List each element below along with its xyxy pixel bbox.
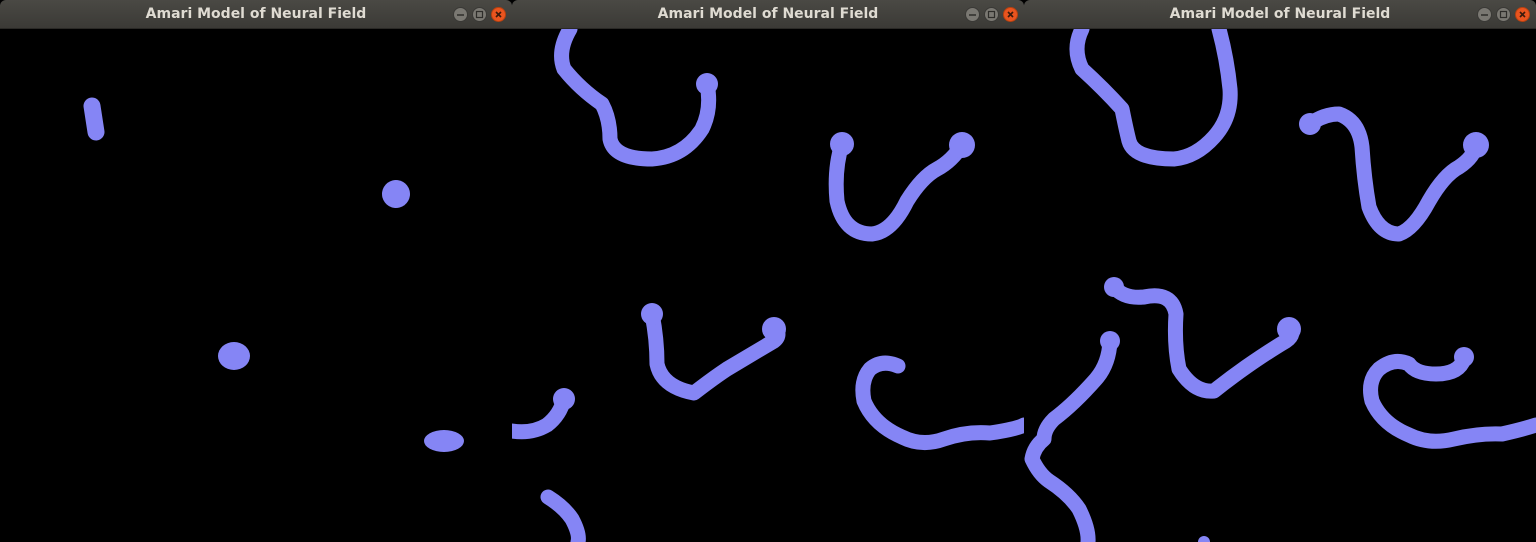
- activity-blob: [1100, 331, 1120, 351]
- activity-wave: [1106, 279, 1300, 399]
- maximize-button[interactable]: [1496, 7, 1511, 22]
- activity-blob: [1277, 317, 1301, 341]
- minimize-icon: [457, 14, 464, 16]
- activity-wave: [1363, 351, 1536, 449]
- activity-blob: [1104, 277, 1124, 297]
- activity-wave: [554, 29, 717, 167]
- field-activity-plot: [83, 97, 464, 452]
- maximize-icon: [1499, 10, 1508, 19]
- activity-wave: [828, 136, 970, 242]
- window-titlebar[interactable]: Amari Model of Neural Field: [512, 0, 1024, 29]
- activity-wave: [644, 306, 786, 401]
- close-icon: [1519, 11, 1526, 18]
- activity-blob: [382, 180, 410, 208]
- window-controls: [965, 7, 1018, 22]
- close-icon: [495, 11, 502, 18]
- field-activity-plot: [512, 29, 1024, 542]
- window-controls: [453, 7, 506, 22]
- neural-field-window-3[interactable]: Amari Model of Neural Field: [1024, 0, 1536, 542]
- close-button[interactable]: [1515, 7, 1530, 22]
- activity-blob: [1198, 536, 1210, 542]
- activity-blob: [830, 132, 854, 156]
- activity-blob: [83, 97, 105, 141]
- neural-field-window-1[interactable]: Amari Model of Neural Field: [0, 0, 512, 542]
- maximize-icon: [475, 10, 484, 19]
- activity-blob: [1454, 347, 1474, 367]
- maximize-icon: [987, 10, 996, 19]
- minimize-icon: [1481, 14, 1488, 16]
- neural-field-window-2[interactable]: Amari Model of Neural Field: [512, 0, 1024, 542]
- close-button[interactable]: [491, 7, 506, 22]
- minimize-button[interactable]: [453, 7, 468, 22]
- window-titlebar[interactable]: Amari Model of Neural Field: [1024, 0, 1536, 29]
- neural-field-canvas[interactable]: [512, 29, 1024, 542]
- activity-blob: [762, 317, 786, 341]
- neural-field-canvas[interactable]: [1024, 29, 1536, 542]
- window-title: Amari Model of Neural Field: [145, 6, 367, 22]
- activity-blob: [424, 430, 464, 452]
- activity-blob: [1463, 132, 1489, 158]
- window-title: Amari Model of Neural Field: [1169, 6, 1391, 22]
- activity-blob: [553, 388, 575, 410]
- close-button[interactable]: [1003, 7, 1018, 22]
- minimize-button[interactable]: [965, 7, 980, 22]
- activity-wave: [855, 355, 1024, 450]
- minimize-button[interactable]: [1477, 7, 1492, 22]
- window-titlebar[interactable]: Amari Model of Neural Field: [0, 0, 512, 29]
- activity-wave: [540, 489, 586, 542]
- activity-blob: [641, 303, 663, 325]
- field-activity-plot: [1024, 29, 1536, 542]
- minimize-icon: [969, 14, 976, 16]
- activity-blob: [696, 73, 718, 95]
- activity-wave: [1069, 29, 1238, 167]
- desktop: Amari Model of Neural Field Amari Model …: [0, 0, 1536, 542]
- activity-blob: [1299, 113, 1321, 135]
- neural-field-canvas[interactable]: [0, 29, 512, 542]
- activity-blob: [949, 132, 975, 158]
- maximize-button[interactable]: [472, 7, 487, 22]
- window-controls: [1477, 7, 1530, 22]
- activity-blob: [218, 342, 250, 370]
- maximize-button[interactable]: [984, 7, 999, 22]
- window-title: Amari Model of Neural Field: [657, 6, 879, 22]
- activity-wave: [1302, 106, 1484, 242]
- close-icon: [1007, 11, 1014, 18]
- activity-wave: [1024, 333, 1118, 542]
